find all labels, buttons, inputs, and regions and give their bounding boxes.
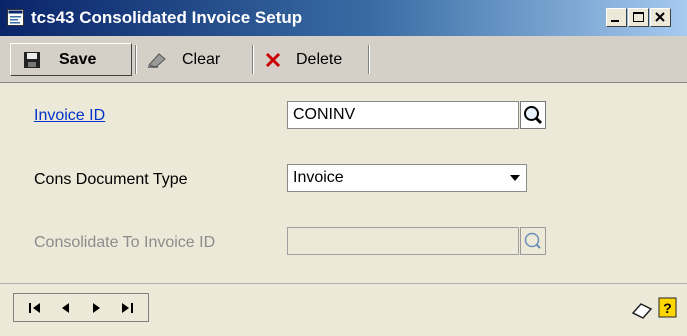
cons-document-type-value: Invoice bbox=[293, 169, 344, 186]
magnifier-icon bbox=[520, 227, 546, 255]
consolidate-to-invoice-id-label: Consolidate To Invoice ID bbox=[34, 234, 216, 251]
invoice-id-lookup-button[interactable] bbox=[520, 101, 546, 129]
record-navigation bbox=[13, 293, 149, 322]
cons-document-type-label: Cons Document Type bbox=[34, 171, 188, 188]
previous-record-button[interactable] bbox=[56, 298, 76, 318]
close-icon bbox=[655, 12, 665, 22]
eraser-icon bbox=[148, 52, 166, 68]
note-button[interactable] bbox=[631, 301, 653, 321]
magnifier-icon bbox=[520, 101, 546, 129]
window-title: tcs43 Consolidated Invoice Setup bbox=[31, 8, 303, 27]
toolbar-separator bbox=[252, 45, 254, 74]
clear-button[interactable]: Clear bbox=[142, 43, 246, 76]
floppy-disk-icon bbox=[24, 51, 40, 68]
window-icon bbox=[7, 9, 24, 26]
minimize-button[interactable] bbox=[606, 8, 627, 27]
last-record-icon bbox=[121, 302, 133, 313]
next-record-icon bbox=[93, 302, 101, 313]
close-button[interactable] bbox=[650, 8, 671, 27]
delete-label: Delete bbox=[296, 50, 343, 68]
first-record-button[interactable] bbox=[25, 298, 45, 318]
svg-text:?: ? bbox=[663, 300, 672, 316]
invoice-id-field[interactable]: CONINV bbox=[287, 101, 519, 129]
chevron-down-icon bbox=[510, 175, 520, 181]
status-bar: ? bbox=[0, 283, 687, 336]
maximize-icon bbox=[633, 12, 644, 22]
consolidate-lookup-button bbox=[520, 227, 546, 255]
toolbar-separator bbox=[135, 45, 137, 74]
last-record-button[interactable] bbox=[117, 298, 137, 318]
help-button[interactable]: ? bbox=[658, 297, 678, 319]
save-label: Save bbox=[59, 50, 97, 68]
first-record-icon bbox=[29, 302, 41, 313]
delete-button[interactable]: Delete bbox=[260, 43, 372, 76]
cons-document-type-select[interactable]: Invoice bbox=[287, 164, 527, 192]
invoice-setup-window: tcs43 Consolidated Invoice Setup Save Cl… bbox=[0, 0, 687, 336]
red-x-icon bbox=[265, 52, 281, 67]
note-icon bbox=[631, 303, 653, 319]
consolidate-to-invoice-id-field bbox=[287, 227, 519, 255]
help-icon: ? bbox=[658, 297, 677, 318]
title-bar[interactable]: tcs43 Consolidated Invoice Setup bbox=[0, 0, 687, 36]
toolbar-separator bbox=[368, 45, 370, 74]
previous-record-icon bbox=[61, 302, 69, 313]
toolbar: Save Clear Delete bbox=[0, 36, 687, 83]
maximize-button[interactable] bbox=[628, 8, 649, 27]
next-record-button[interactable] bbox=[86, 298, 106, 318]
clear-label: Clear bbox=[182, 50, 221, 68]
invoice-id-link[interactable]: Invoice ID bbox=[34, 107, 105, 125]
save-button[interactable]: Save bbox=[10, 43, 132, 76]
form-area: Invoice ID CONINV Cons Document Type Inv… bbox=[0, 83, 687, 283]
minimize-icon bbox=[611, 20, 619, 22]
